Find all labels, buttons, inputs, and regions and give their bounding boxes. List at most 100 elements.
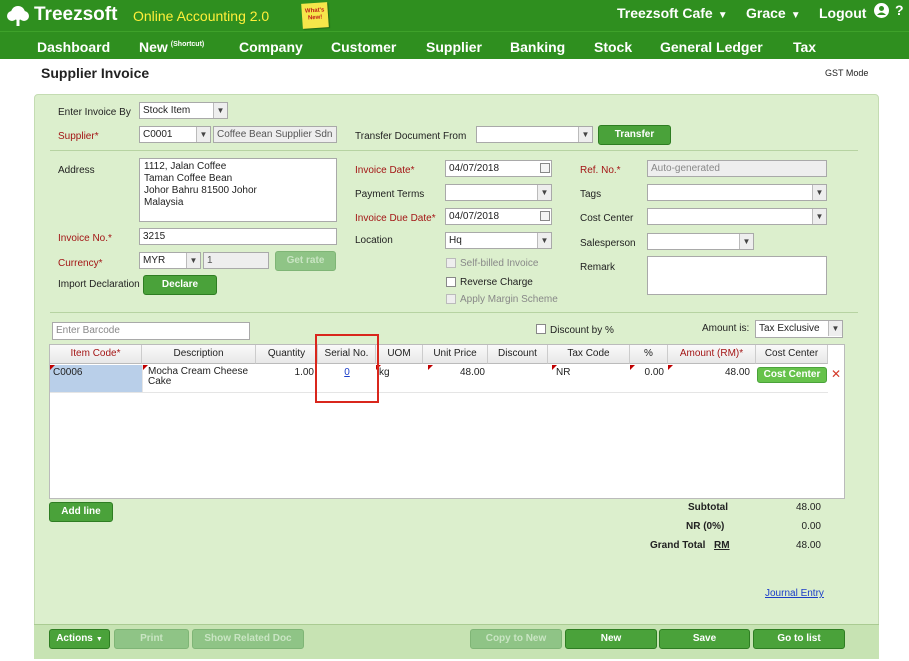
user-settings-icon[interactable]: [874, 3, 889, 18]
column-header-unit-price[interactable]: Unit Price: [423, 345, 488, 364]
required-marker: [143, 365, 148, 370]
new-button[interactable]: New: [565, 629, 657, 649]
whats-new-sticky-note[interactable]: What's New!: [301, 2, 329, 29]
line-cost-center-button[interactable]: Cost Center: [757, 367, 827, 383]
chevron-down-icon: ▼: [213, 103, 227, 118]
supplier-name-field: Coffee Bean Supplier Sdn Bhd: [213, 126, 337, 143]
location-select[interactable]: Hq ▼: [445, 232, 552, 249]
nav-customer[interactable]: Customer: [331, 39, 396, 55]
nav-stock[interactable]: Stock: [594, 39, 632, 55]
cell-pct[interactable]: 0.00: [630, 365, 668, 393]
cost-center-select[interactable]: ▼: [647, 208, 827, 225]
chevron-down-icon: ▼: [196, 127, 210, 142]
discount-by-pct-checkbox[interactable]: [536, 324, 546, 334]
tax-summary-value: 0.00: [801, 521, 821, 532]
company-menu-label: Treezsoft Cafe: [617, 5, 713, 21]
nav-company[interactable]: Company: [239, 39, 303, 55]
user-menu[interactable]: Grace ▼: [746, 5, 801, 21]
chevron-down-icon: ▼: [95, 636, 103, 643]
invoice-date-label: Invoice Date*: [355, 165, 415, 176]
apply-margin-checkbox[interactable]: [446, 294, 456, 304]
actions-label: Actions: [56, 633, 93, 644]
column-header-description[interactable]: Description: [142, 345, 256, 364]
nav-new[interactable]: New (Shortcut): [139, 39, 204, 55]
salesperson-label: Salesperson: [580, 238, 636, 249]
tax-summary-label: NR (0%): [686, 521, 725, 532]
page-title: Supplier Invoice: [41, 65, 150, 81]
cell-cost-center: Cost Center: [756, 365, 828, 393]
column-header-pct[interactable]: %: [630, 345, 668, 364]
cell-amount[interactable]: 48.00: [668, 365, 756, 393]
show-related-doc-button[interactable]: Show Related Doc: [192, 629, 304, 649]
add-line-button[interactable]: Add line: [49, 502, 113, 522]
company-menu[interactable]: Treezsoft Cafe ▼: [617, 5, 728, 21]
remark-textarea[interactable]: [647, 256, 827, 295]
supplier-code-select[interactable]: C0001 ▼: [139, 126, 211, 143]
section-divider: [50, 312, 858, 313]
column-header-discount[interactable]: Discount: [488, 345, 548, 364]
column-header-amount[interactable]: Amount (RM)*: [668, 345, 756, 364]
copy-to-new-button[interactable]: Copy to New: [470, 629, 562, 649]
cell-uom[interactable]: kg: [376, 365, 423, 393]
logout-link[interactable]: Logout: [819, 5, 866, 21]
go-to-list-button[interactable]: Go to list: [753, 629, 845, 649]
enter-invoice-by-select[interactable]: Stock Item ▼: [139, 102, 228, 119]
nav-tax[interactable]: Tax: [793, 39, 816, 55]
cell-unit-price[interactable]: 48.00: [423, 365, 488, 393]
nav-new-shortcut-label: (Shortcut): [170, 41, 205, 48]
column-header-tax-code[interactable]: Tax Code: [548, 345, 630, 364]
print-button[interactable]: Print: [114, 629, 189, 649]
tags-select[interactable]: ▼: [647, 184, 827, 201]
save-button[interactable]: Save: [659, 629, 750, 649]
amount-is-select[interactable]: Tax Exclusive ▼: [755, 320, 843, 338]
cell-tax-code[interactable]: NR: [548, 365, 630, 393]
invoice-due-date-field[interactable]: 04/07/2018: [445, 208, 552, 225]
nav-dashboard[interactable]: Dashboard: [37, 39, 110, 55]
self-billed-checkbox[interactable]: [446, 258, 456, 268]
cell-item-code[interactable]: C0006: [50, 365, 142, 393]
chevron-down-icon: ▼: [537, 185, 551, 200]
currency-link[interactable]: RM: [714, 540, 730, 551]
get-rate-button[interactable]: Get rate: [275, 251, 336, 271]
payment-terms-select[interactable]: ▼: [445, 184, 552, 201]
address-line: Johor Bahru 81500 Johor: [144, 185, 257, 196]
required-marker: [50, 365, 55, 370]
chevron-down-icon: ▼: [739, 234, 753, 249]
amount-is-label: Amount is:: [702, 323, 750, 334]
description-value: Mocha Cream Cheese Cake: [148, 366, 249, 387]
address-textarea[interactable]: 1112, Jalan Coffee Taman Coffee Bean Joh…: [139, 158, 337, 222]
calendar-icon[interactable]: [540, 211, 550, 221]
column-header-uom[interactable]: UOM: [376, 345, 423, 364]
journal-entry-link[interactable]: Journal Entry: [765, 588, 824, 599]
nav-supplier[interactable]: Supplier: [426, 39, 482, 55]
currency-select[interactable]: MYR ▼: [139, 252, 201, 269]
reverse-charge-checkbox[interactable]: [446, 277, 456, 287]
help-icon[interactable]: ?: [895, 2, 904, 18]
invoice-date-field[interactable]: 04/07/2018: [445, 160, 552, 177]
ref-no-field: Auto-generated: [647, 160, 827, 177]
column-header-cost-center[interactable]: Cost Center: [756, 345, 828, 364]
cell-description[interactable]: Mocha Cream Cheese Cake: [142, 365, 256, 393]
nav-general-ledger[interactable]: General Ledger: [660, 39, 763, 55]
salesperson-select[interactable]: ▼: [647, 233, 754, 250]
transfer-document-from-select[interactable]: ▼: [476, 126, 593, 143]
nav-banking[interactable]: Banking: [510, 39, 565, 55]
tax-code-value: NR: [556, 367, 571, 378]
top-bar: Treezsoft Online Accounting 2.0 What's N…: [0, 0, 909, 31]
cell-quantity[interactable]: 1.00: [256, 365, 318, 393]
app-logo-text[interactable]: Treezsoft: [34, 4, 117, 26]
delete-line-icon[interactable]: ✕: [831, 367, 841, 381]
supplier-code-value: C0001: [143, 129, 173, 140]
invoice-no-field[interactable]: 3215: [139, 228, 337, 245]
supplier-label: Supplier*: [58, 131, 99, 142]
column-header-item-code[interactable]: Item Code*: [50, 345, 142, 364]
barcode-input[interactable]: Enter Barcode: [52, 322, 250, 340]
transfer-button[interactable]: Transfer: [598, 125, 671, 145]
chevron-down-icon: ▼: [578, 127, 592, 142]
actions-menu-button[interactable]: Actions ▼: [49, 629, 110, 649]
cell-discount[interactable]: [488, 365, 548, 393]
column-header-quantity[interactable]: Quantity: [256, 345, 318, 364]
calendar-icon[interactable]: [540, 163, 550, 173]
declare-button[interactable]: Declare: [143, 275, 217, 295]
payment-terms-label: Payment Terms: [355, 189, 425, 200]
